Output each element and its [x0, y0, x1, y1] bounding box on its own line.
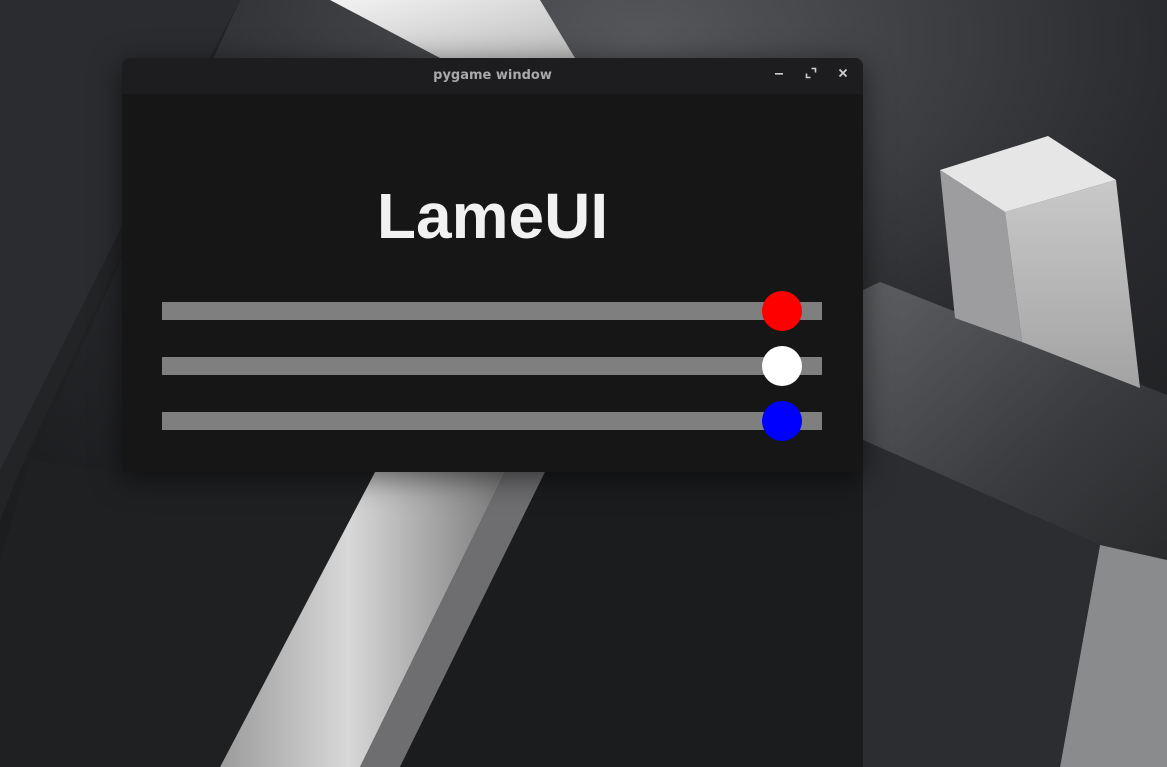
red-slider[interactable] [162, 290, 822, 332]
minimize-button[interactable] [773, 67, 791, 85]
slider-track[interactable] [162, 302, 822, 320]
app-window: pygame window LameUI [122, 58, 863, 472]
app-heading: LameUI [376, 180, 609, 252]
maximize-button[interactable] [805, 67, 823, 85]
slider-knob-blue[interactable] [762, 401, 803, 441]
white-slider[interactable] [162, 345, 822, 387]
slider-knob-white[interactable] [762, 346, 803, 386]
close-button[interactable] [837, 67, 855, 85]
slider-knob-red[interactable] [762, 291, 803, 331]
desktop-wallpaper: pygame window LameUI [0, 0, 1167, 767]
window-title: pygame window [433, 68, 552, 83]
blue-slider[interactable] [162, 400, 822, 442]
minimize-icon [775, 73, 783, 75]
maximize-icon [805, 67, 817, 79]
close-icon [838, 68, 848, 78]
slider-track[interactable] [162, 357, 822, 375]
app-canvas: LameUI [122, 94, 863, 472]
slider-track[interactable] [162, 412, 822, 430]
window-titlebar[interactable]: pygame window [122, 58, 863, 94]
